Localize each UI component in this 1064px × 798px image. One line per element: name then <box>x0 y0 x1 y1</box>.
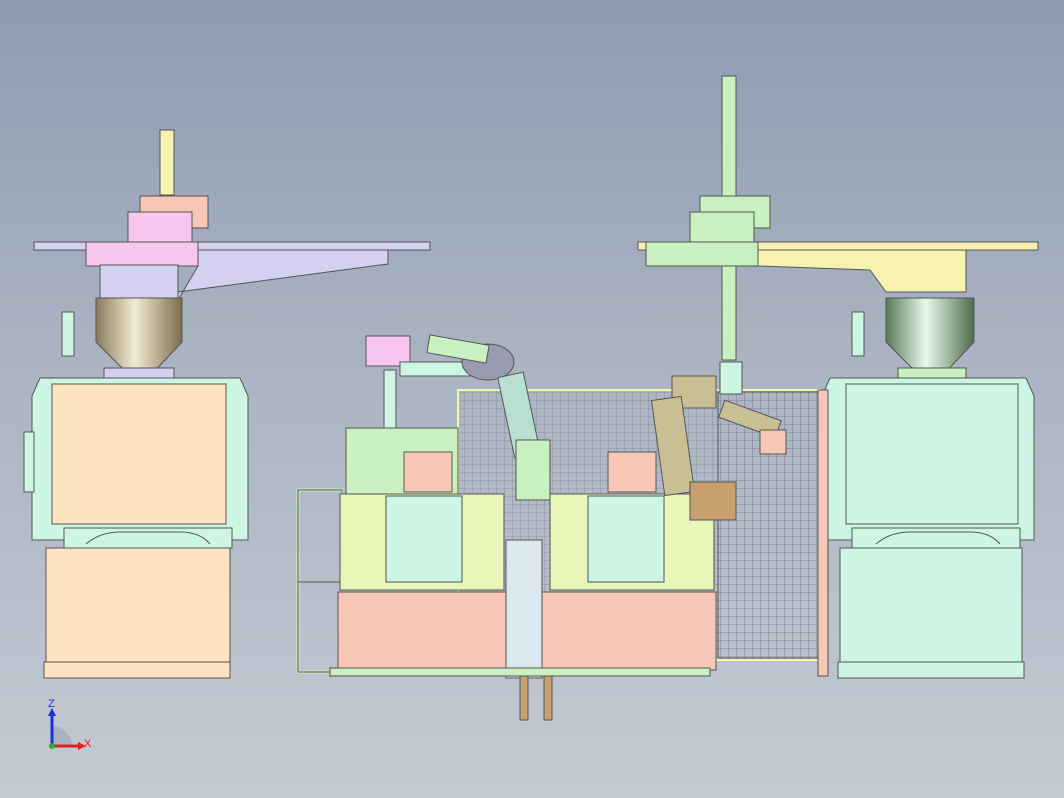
robot-cell <box>296 334 829 721</box>
cad-model-view <box>23 75 1039 721</box>
orientation-triad: Z X <box>40 698 100 758</box>
x-axis-label: X <box>84 738 92 750</box>
z-axis-label: Z <box>48 698 55 710</box>
cad-viewport[interactable]: Z X <box>0 0 1064 798</box>
